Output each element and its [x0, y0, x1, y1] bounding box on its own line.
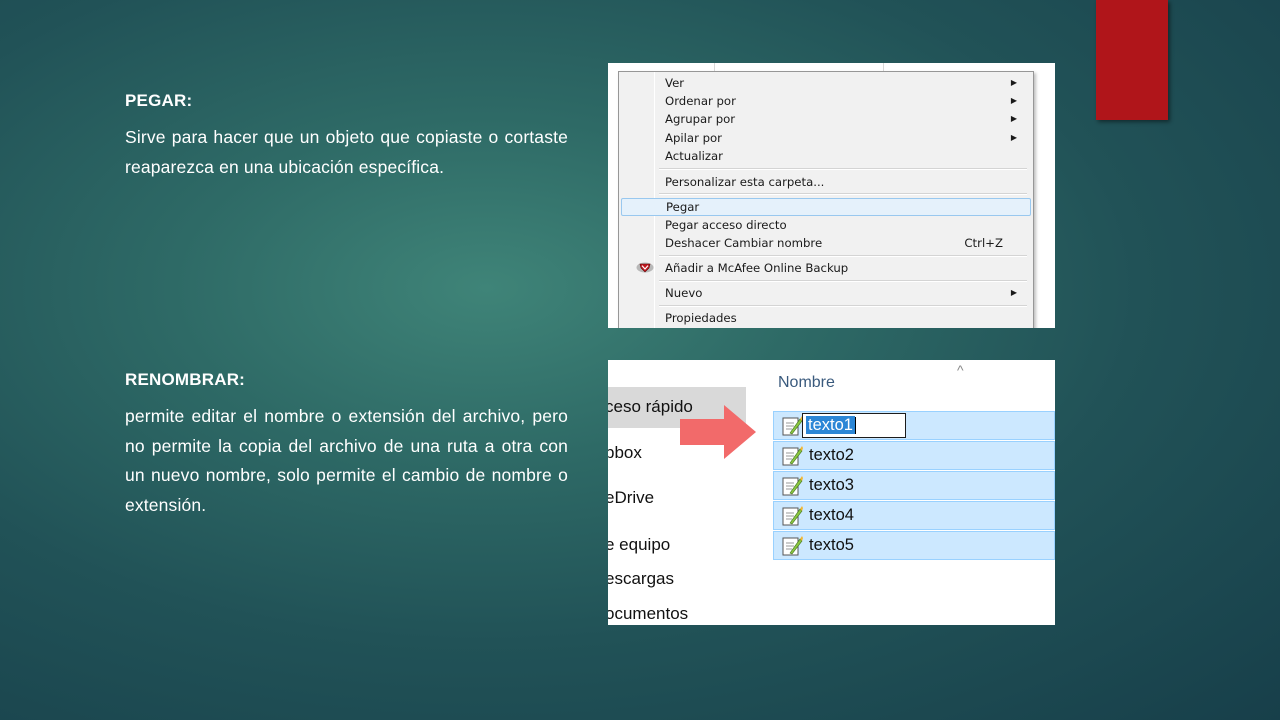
menu-item-ordenar-por[interactable]: Ordenar por ▶ [621, 92, 1031, 110]
mcafee-shield-icon [636, 262, 654, 273]
menu-item-personalizar-carpeta[interactable]: Personalizar esta carpeta... [621, 173, 1031, 191]
rename-input[interactable]: texto1 [802, 413, 906, 438]
submenu-arrow-icon: ▶ [1010, 288, 1017, 297]
menu-item-label: Pegar acceso directo [665, 218, 787, 232]
file-name: texto4 [809, 506, 854, 524]
menu-separator [659, 305, 1027, 307]
menu-item-label: Personalizar esta carpeta... [665, 175, 825, 189]
menu-item-actualizar[interactable]: Actualizar [621, 147, 1031, 165]
file-name: texto2 [809, 446, 854, 464]
nav-item-documentos[interactable]: ocumentos [608, 604, 688, 624]
menu-item-deshacer-cambiar-nombre[interactable]: Deshacer Cambiar nombre Ctrl+Z [621, 234, 1031, 252]
file-row[interactable]: texto4 [773, 501, 1055, 530]
column-header-nombre[interactable]: Nombre [778, 374, 835, 392]
menu-item-pegar[interactable]: Pegar [621, 198, 1031, 216]
menu-item-label: Ver [665, 76, 685, 90]
menu-item-mcafee-backup[interactable]: Añadir a McAfee Online Backup [621, 259, 1031, 277]
file-row-renaming[interactable]: texto1 [773, 411, 1055, 440]
menu-item-ver[interactable]: Ver ▶ [621, 74, 1031, 92]
menu-item-label: Añadir a McAfee Online Backup [665, 261, 849, 275]
menu-separator [659, 280, 1027, 282]
section-body-renombrar: permite editar el nombre o extensión del… [125, 406, 568, 515]
menu-item-label: Deshacer Cambiar nombre [665, 236, 823, 250]
menu-item-label: Apilar por [665, 131, 722, 145]
submenu-arrow-icon: ▶ [1010, 78, 1017, 87]
section-heading-renombrar: RENOMBRAR: [125, 370, 246, 389]
menu-item-pegar-acceso-directo[interactable]: Pegar acceso directo [621, 216, 1031, 234]
file-name: texto3 [809, 476, 854, 494]
menu-item-label: Pegar [666, 200, 700, 214]
menu-item-propiedades[interactable]: Propiedades [621, 309, 1031, 327]
rename-selected-text: texto1 [806, 416, 855, 434]
text-caret [855, 417, 856, 434]
menu-item-label: Propiedades [665, 311, 737, 325]
menu-separator [659, 193, 1027, 195]
submenu-arrow-icon: ▶ [1010, 114, 1017, 123]
file-row[interactable]: texto5 [773, 531, 1055, 560]
menu-separator [659, 168, 1027, 170]
nav-item-descargas[interactable]: escargas [608, 569, 674, 589]
menu-separator [659, 255, 1027, 257]
file-name: texto5 [809, 536, 854, 554]
submenu-arrow-icon: ▶ [1010, 96, 1017, 105]
menu-item-shortcut: Ctrl+Z [964, 236, 1003, 250]
section-renombrar: RENOMBRAR: permite editar el nombre o ex… [125, 370, 568, 520]
text-file-icon [782, 506, 803, 526]
file-row[interactable]: texto2 [773, 441, 1055, 470]
nav-item-este-equipo[interactable]: e equipo [608, 535, 670, 555]
column-divider [714, 63, 715, 71]
context-menu-screenshot: Ver ▶ Ordenar por ▶ Agrupar por ▶ Apilar… [608, 63, 1055, 328]
file-row[interactable]: texto3 [773, 471, 1055, 500]
menu-item-label: Actualizar [665, 149, 723, 163]
menu-item-label: Agrupar por [665, 112, 736, 126]
explorer-rename-screenshot: ceso rápido pbox eDrive e equipo escarga… [608, 360, 1055, 625]
text-file-icon [782, 476, 803, 496]
section-pegar: PEGAR: Sirve para hacer que un objeto qu… [125, 91, 568, 182]
section-body-pegar: Sirve para hacer que un objeto que copia… [125, 127, 568, 177]
sort-caret-icon[interactable]: ^ [957, 362, 964, 378]
nav-item-dropbox[interactable]: pbox [608, 443, 642, 463]
menu-item-label: Ordenar por [665, 94, 736, 108]
column-divider [883, 63, 884, 71]
nav-item-onedrive[interactable]: eDrive [608, 488, 654, 508]
menu-item-label: Nuevo [665, 286, 703, 300]
text-file-icon [782, 416, 803, 436]
menu-item-agrupar-por[interactable]: Agrupar por ▶ [621, 110, 1031, 128]
text-file-icon [782, 446, 803, 466]
accent-bar [1096, 0, 1168, 120]
submenu-arrow-icon: ▶ [1010, 133, 1017, 142]
menu-item-nuevo[interactable]: Nuevo ▶ [621, 284, 1031, 302]
section-heading-pegar: PEGAR: [125, 91, 193, 110]
context-menu: Ver ▶ Ordenar por ▶ Agrupar por ▶ Apilar… [618, 71, 1034, 328]
red-arrow-icon [680, 405, 756, 459]
menu-item-apilar-por[interactable]: Apilar por ▶ [621, 129, 1031, 147]
text-file-icon [782, 536, 803, 556]
